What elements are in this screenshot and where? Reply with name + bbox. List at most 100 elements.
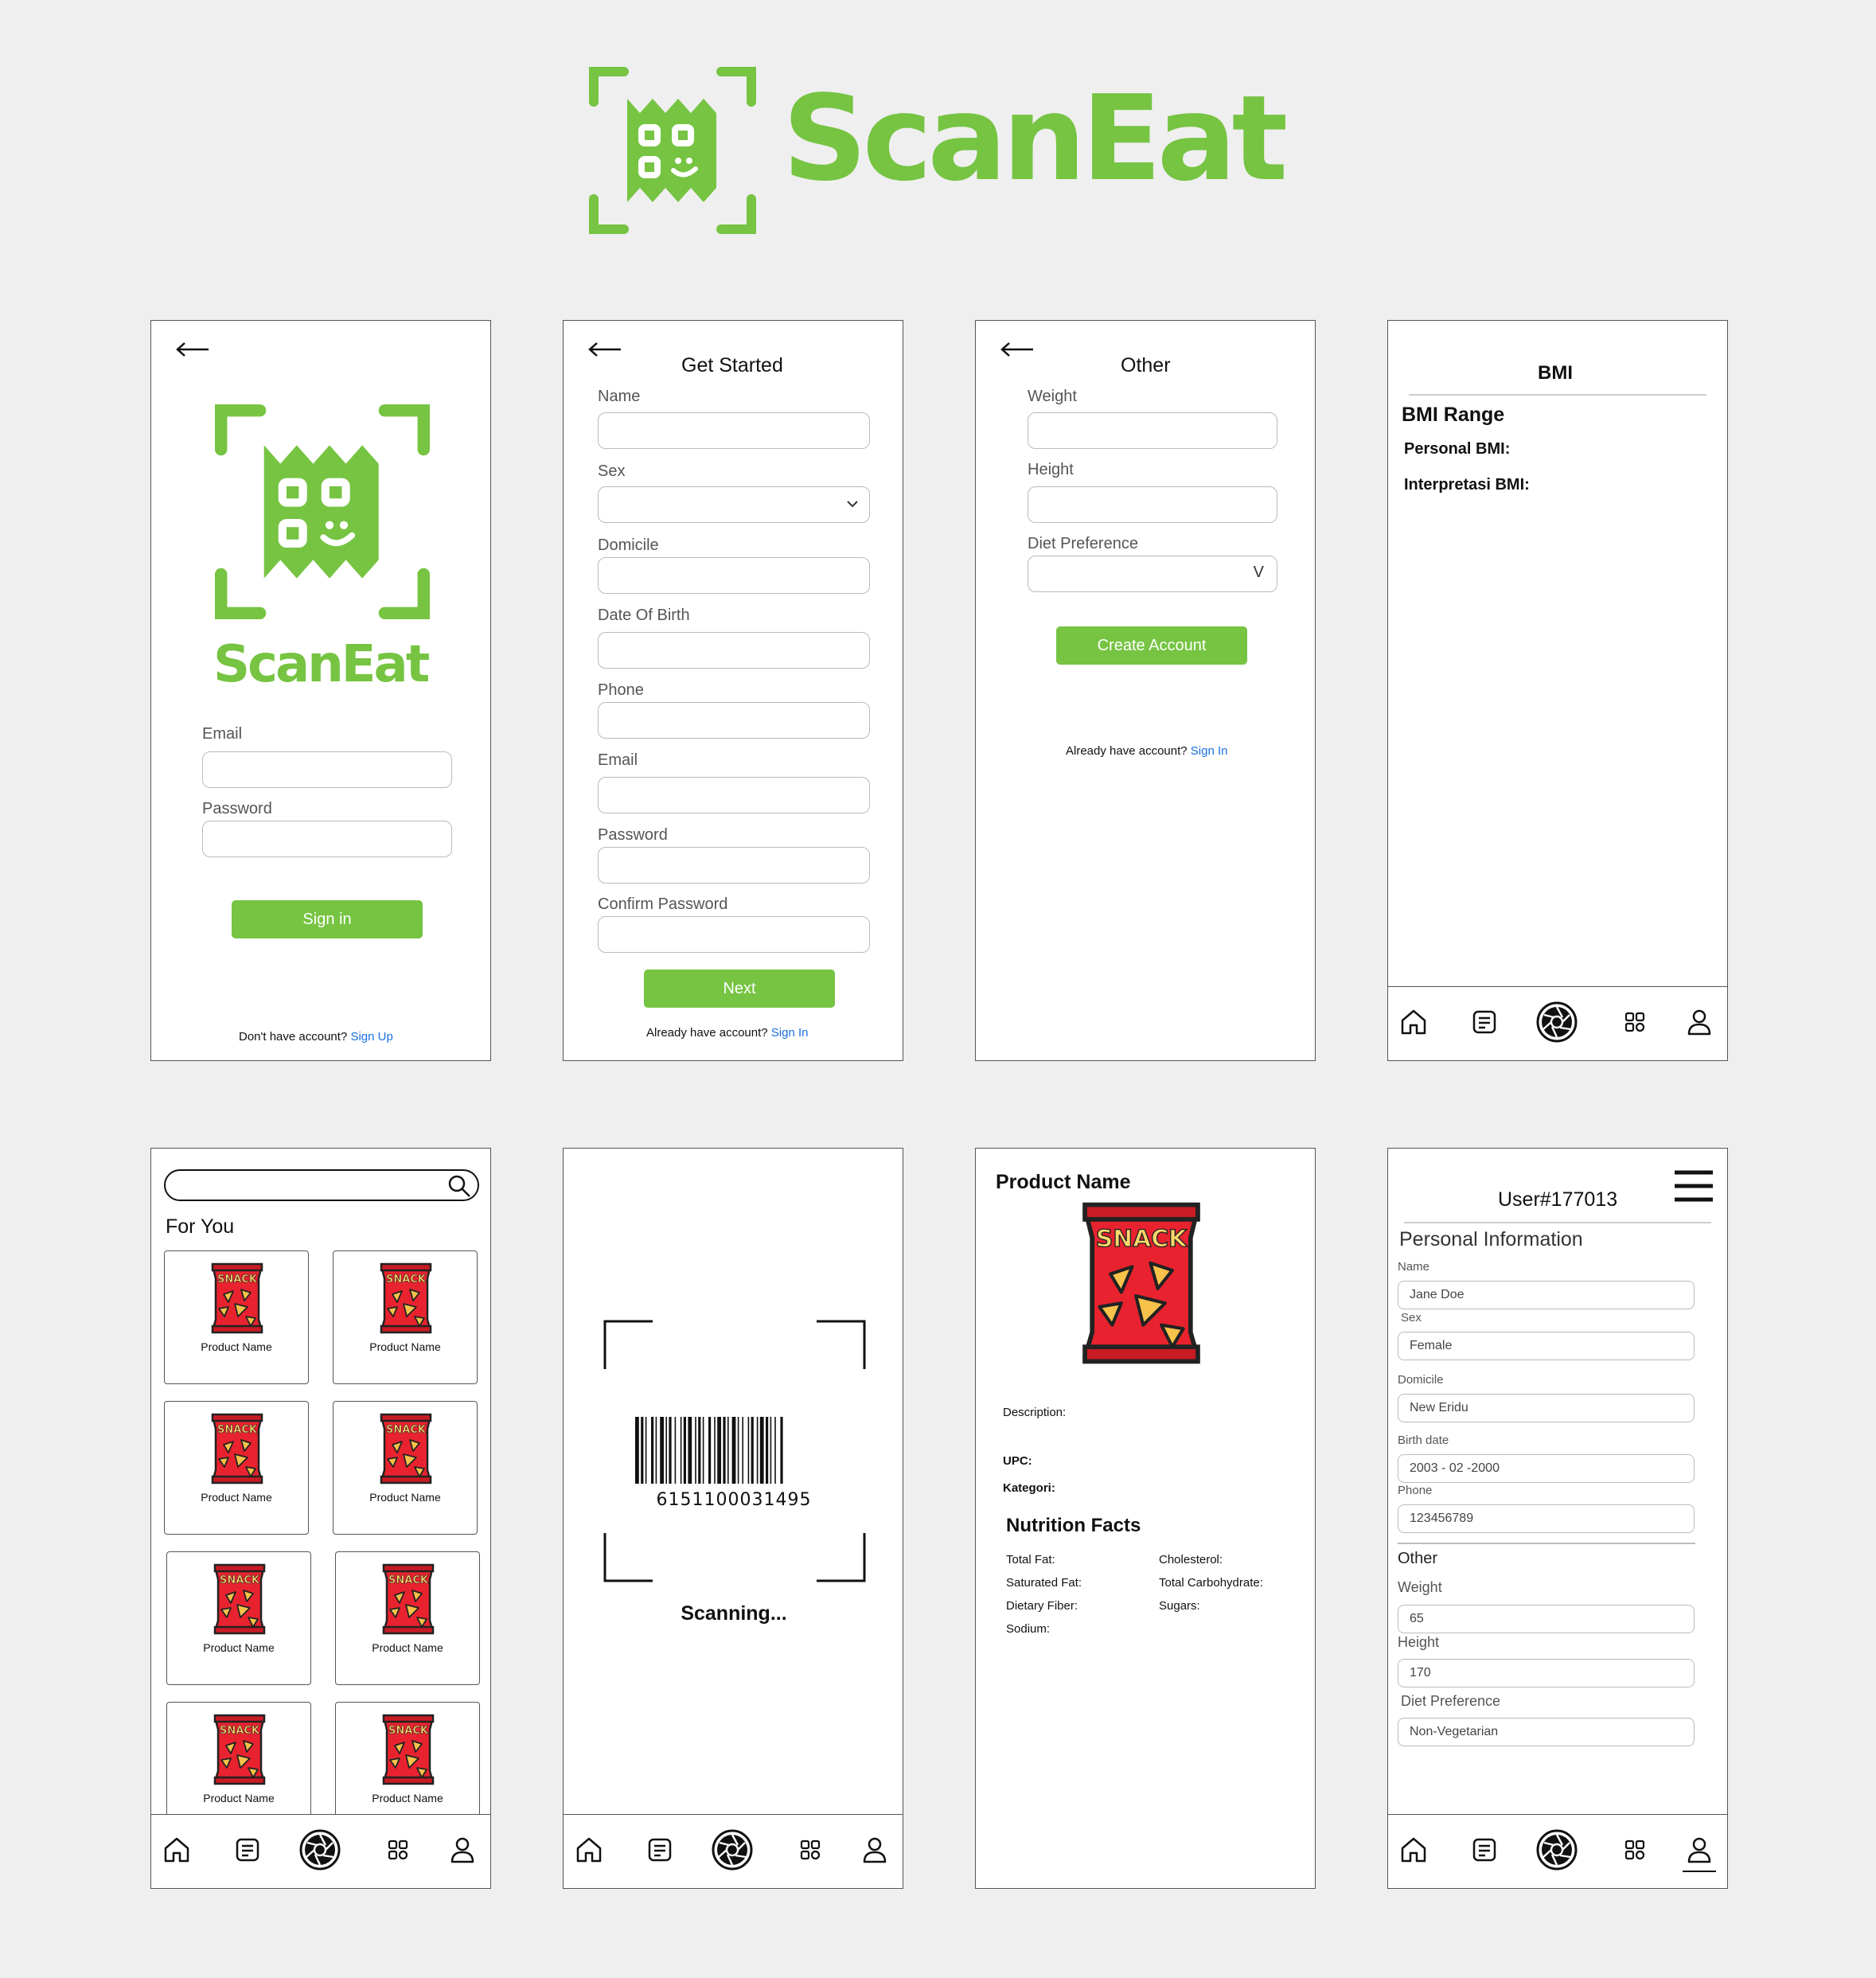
password-field[interactable] (598, 847, 870, 884)
snack-bag-icon: SNACK (213, 1563, 266, 1635)
product-card[interactable]: SNACK Product Name (164, 1250, 309, 1384)
page-title: BMI (1538, 362, 1573, 384)
home-icon[interactable] (1399, 1008, 1428, 1036)
password-label: Password (598, 826, 668, 844)
weight-field[interactable]: 65 (1398, 1605, 1695, 1633)
grid-icon[interactable] (796, 1836, 825, 1864)
signin-link[interactable]: Sign In (1191, 744, 1228, 758)
diet-field[interactable]: Non-Vegetarian (1398, 1718, 1695, 1746)
phone-field[interactable] (598, 702, 870, 739)
camera-shutter-icon[interactable] (299, 1829, 341, 1871)
phone-field[interactable]: 123456789 (1398, 1504, 1695, 1533)
get-started-screen: Get Started Name Sex Domicile Date Of Bi… (563, 320, 903, 1061)
home-icon[interactable] (575, 1836, 603, 1864)
back-arrow-icon[interactable] (175, 341, 210, 357)
search-input[interactable] (164, 1169, 479, 1201)
name-field[interactable]: Jane Doe (1398, 1281, 1695, 1309)
name-field[interactable] (598, 412, 870, 449)
product-name: Product Name (201, 1491, 272, 1504)
active-tab-indicator (1683, 1871, 1716, 1872)
birth-date-label: Birth date (1398, 1434, 1449, 1447)
home-icon[interactable] (162, 1836, 191, 1864)
email-label: Email (202, 725, 243, 743)
profile-icon[interactable] (860, 1836, 889, 1864)
domicile-label: Domicile (1398, 1373, 1444, 1387)
sugars: Sugars: (1159, 1599, 1200, 1613)
product-card[interactable]: SNACK Product Name (164, 1401, 309, 1535)
divider (1404, 1222, 1711, 1223)
grid-icon[interactable] (1621, 1836, 1649, 1864)
email-field[interactable] (202, 751, 452, 788)
camera-shutter-icon[interactable] (712, 1829, 753, 1871)
sex-select[interactable] (598, 486, 870, 523)
snack-bag-icon: SNACK (1082, 1202, 1200, 1364)
bottom-nav (151, 1814, 490, 1888)
product-card[interactable]: SNACK Product Name (335, 1551, 480, 1685)
home-icon[interactable] (1399, 1836, 1428, 1864)
description-label: Description: (1003, 1406, 1067, 1419)
weight-field[interactable] (1028, 412, 1277, 449)
create-account-button[interactable]: Create Account (1056, 626, 1247, 665)
kategori-label: Kategori: (1003, 1481, 1055, 1495)
snack-bag-icon: SNACK (382, 1714, 435, 1785)
menu-icon[interactable] (1673, 1169, 1714, 1203)
divider (1398, 1543, 1695, 1544)
camera-shutter-icon[interactable] (1536, 1829, 1578, 1871)
product-card[interactable]: SNACK Product Name (333, 1401, 478, 1535)
name-label: Name (598, 388, 641, 405)
password-label: Password (202, 800, 272, 817)
upc-label: UPC: (1003, 1454, 1032, 1468)
profile-icon[interactable] (1685, 1008, 1714, 1036)
domicile-field[interactable] (598, 557, 870, 594)
product-name: Product Name (203, 1792, 275, 1804)
profile-icon[interactable] (448, 1836, 477, 1864)
other-info-screen: Other Weight Height Diet Preference V Cr… (975, 320, 1316, 1061)
product-name: Product Name (369, 1491, 441, 1504)
signin-button[interactable]: Sign in (232, 900, 423, 938)
product-name: Product Name (201, 1340, 272, 1353)
barcode-number: 6151100031495 (656, 1490, 812, 1510)
notes-icon[interactable] (233, 1836, 262, 1864)
notes-icon[interactable] (1470, 1836, 1499, 1864)
sex-field[interactable]: Female (1398, 1332, 1695, 1360)
total-fat: Total Fat: (1006, 1553, 1055, 1566)
profile-icon[interactable] (1685, 1836, 1714, 1864)
product-card[interactable]: SNACK Product Name (333, 1250, 478, 1384)
domicile-field[interactable]: New Eridu (1398, 1394, 1695, 1422)
total-carbohydrate: Total Carbohydrate: (1159, 1576, 1263, 1590)
home-screen: For You SNACK Product Name SNACK Product Na… (150, 1148, 491, 1889)
camera-shutter-icon[interactable] (1536, 1001, 1578, 1043)
next-button[interactable]: Next (644, 969, 835, 1008)
diet-label: Diet Preference (1401, 1693, 1501, 1709)
confirm-password-field[interactable] (598, 916, 870, 953)
brand-logo-icon (589, 67, 756, 234)
back-arrow-icon[interactable] (1000, 341, 1035, 357)
product-card[interactable]: SNACK Product Name (166, 1551, 311, 1685)
brand-logo-icon (215, 404, 430, 619)
back-arrow-icon[interactable] (587, 341, 622, 357)
sex-label: Sex (1401, 1311, 1422, 1325)
height-field[interactable] (1028, 486, 1277, 523)
user-id: User#177013 (1498, 1188, 1618, 1211)
diet-label: Diet Preference (1028, 535, 1138, 552)
svg-text:SNACK: SNACK (220, 1725, 260, 1737)
dob-field[interactable] (598, 632, 870, 669)
search-icon[interactable] (447, 1174, 471, 1198)
notes-icon[interactable] (645, 1836, 674, 1864)
signup-link[interactable]: Sign Up (350, 1030, 392, 1044)
height-field[interactable]: 170 (1398, 1659, 1695, 1687)
email-field[interactable] (598, 777, 870, 813)
signin-prompt: Already have account? (1066, 744, 1188, 758)
grid-icon[interactable] (1621, 1008, 1649, 1036)
grid-icon[interactable] (384, 1836, 412, 1864)
notes-icon[interactable] (1470, 1008, 1499, 1036)
phone-label: Phone (1398, 1484, 1433, 1497)
birth-date-field[interactable]: 2003 - 02 -2000 (1398, 1454, 1695, 1483)
page-title: Get Started (681, 354, 783, 376)
signin-link[interactable]: Sign In (771, 1026, 809, 1040)
diet-select[interactable]: V (1028, 556, 1277, 592)
divider (1409, 394, 1706, 396)
password-field[interactable] (202, 821, 452, 857)
confirm-password-label: Confirm Password (598, 895, 728, 913)
signup-prompt: Don't have account? (239, 1030, 348, 1044)
